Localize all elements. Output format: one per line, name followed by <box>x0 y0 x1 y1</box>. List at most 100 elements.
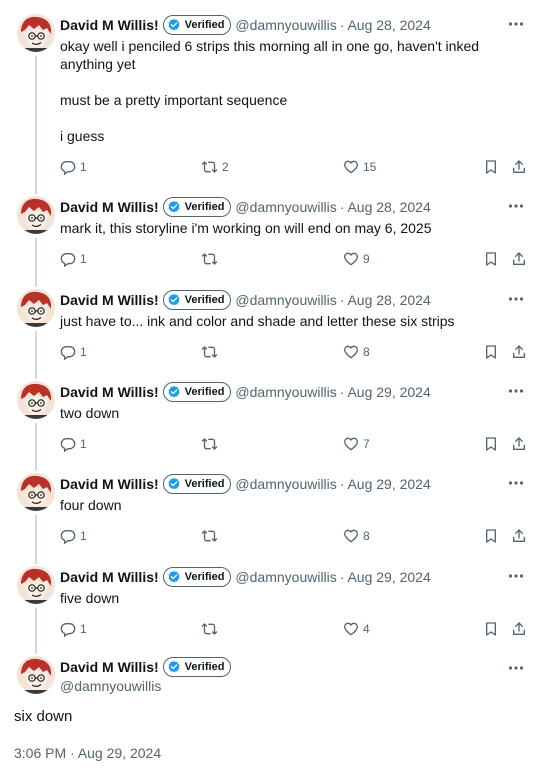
avatar[interactable] <box>17 196 55 234</box>
tweet-date[interactable]: Aug 29, 2024 <box>347 384 430 400</box>
verified-label: Verified <box>184 19 225 31</box>
author-handle[interactable]: @damnyouwillis <box>235 384 336 400</box>
reply-button[interactable]: 1 <box>60 528 201 544</box>
heart-icon <box>344 160 358 174</box>
author-name[interactable]: David M Willis! <box>60 476 159 492</box>
tweet-content: David M Willis! Verified @damnyouwillis … <box>58 289 528 362</box>
bookmark-icon <box>486 622 496 636</box>
separator-dot: · <box>339 569 345 585</box>
avatar[interactable] <box>17 289 55 327</box>
verified-check-icon <box>168 200 180 213</box>
verified-badge[interactable]: Verified <box>162 567 232 587</box>
author-name[interactable]: David M Willis! <box>60 17 159 33</box>
avatar[interactable] <box>17 14 55 52</box>
like-button[interactable]: 7 <box>343 436 483 452</box>
verified-badge[interactable]: Verified <box>162 197 232 217</box>
reply-button[interactable]: 1 <box>60 344 201 360</box>
author-name[interactable]: David M Willis! <box>60 292 159 308</box>
tweet-date[interactable]: Aug 28, 2024 <box>347 199 430 215</box>
more-options-button[interactable] <box>506 289 526 309</box>
bookmark-button[interactable] <box>483 251 511 267</box>
more-options-button[interactable] <box>506 658 526 678</box>
retweet-button[interactable] <box>201 621 343 637</box>
author-handle[interactable]: @damnyouwillis <box>235 476 336 492</box>
bookmark-button[interactable] <box>483 528 511 544</box>
tweet-header: David M Willis! Verified @damnyouwillis … <box>60 289 528 311</box>
share-button[interactable] <box>511 436 527 452</box>
more-options-button[interactable] <box>506 196 526 216</box>
author-name[interactable]: David M Willis! <box>60 199 159 215</box>
thread-tweet[interactable]: David M Willis! Verified @damnyouwillis … <box>0 289 540 379</box>
tweet-date[interactable]: Aug 28, 2024 <box>347 292 430 308</box>
tweet-date[interactable]: Aug 28, 2024 <box>347 17 430 33</box>
author-handle[interactable]: @damnyouwillis <box>235 292 336 308</box>
reply-button[interactable]: 1 <box>60 436 201 452</box>
share-button[interactable] <box>511 251 527 267</box>
author-handle[interactable]: @damnyouwillis <box>235 569 336 585</box>
reply-icon <box>60 623 76 637</box>
avatar[interactable] <box>17 473 55 511</box>
main-tweet-timestamp[interactable]: 3:06 PM · Aug 29, 2024 <box>0 745 540 761</box>
author-name[interactable]: David M Willis! <box>60 569 159 585</box>
reply-button[interactable]: 1 <box>60 159 201 175</box>
verified-badge[interactable]: Verified <box>162 657 232 677</box>
more-options-button[interactable] <box>506 566 526 586</box>
more-dots-icon <box>508 574 524 578</box>
bookmark-icon <box>486 437 496 451</box>
tweet-content: David M Willis! Verified @damnyouwillis … <box>58 381 528 454</box>
thread-tweet[interactable]: David M Willis! Verified @damnyouwillis … <box>0 566 540 654</box>
more-options-button[interactable] <box>506 14 526 34</box>
share-button[interactable] <box>511 621 527 637</box>
tweet-actions: 1 7 <box>60 434 528 454</box>
verified-badge[interactable]: Verified <box>162 474 232 494</box>
retweet-button[interactable] <box>201 251 343 267</box>
like-button[interactable]: 8 <box>343 528 483 544</box>
thread-tweet[interactable]: David M Willis! Verified @damnyouwillis … <box>0 196 540 287</box>
share-icon <box>513 437 525 450</box>
avatar[interactable] <box>17 656 55 694</box>
bookmark-button[interactable] <box>483 621 511 637</box>
reply-button[interactable]: 1 <box>60 251 201 267</box>
avatar-image <box>17 473 55 511</box>
share-button[interactable] <box>511 528 527 544</box>
share-button[interactable] <box>511 159 527 175</box>
verified-badge[interactable]: Verified <box>162 290 232 310</box>
author-handle[interactable]: @damnyouwillis <box>235 199 336 215</box>
like-button[interactable]: 15 <box>343 159 483 175</box>
tweet-date[interactable]: Aug 29, 2024 <box>347 569 430 585</box>
thread-tweet[interactable]: David M Willis! Verified @damnyouwillis … <box>0 381 540 471</box>
retweet-button[interactable] <box>201 528 343 544</box>
avatar[interactable] <box>17 381 55 419</box>
more-options-button[interactable] <box>506 381 526 401</box>
more-options-button[interactable] <box>506 473 526 493</box>
bookmark-button[interactable] <box>483 344 511 360</box>
retweet-button[interactable] <box>201 344 343 360</box>
retweet-button[interactable]: 2 <box>201 159 343 175</box>
like-button[interactable]: 4 <box>343 621 483 637</box>
like-button[interactable]: 8 <box>343 344 483 360</box>
heart-icon <box>344 529 358 543</box>
tweet-text-line: two down <box>60 405 120 421</box>
tweet-actions: 1 4 <box>60 619 528 639</box>
avatar[interactable] <box>17 566 55 604</box>
reply-count: 1 <box>80 622 87 636</box>
reply-button[interactable]: 1 <box>60 621 201 637</box>
separator-dot: · <box>339 17 345 33</box>
author-name[interactable]: David M Willis! <box>60 659 159 675</box>
share-button[interactable] <box>511 344 527 360</box>
author-handle[interactable]: @damnyouwillis <box>60 678 231 694</box>
author-handle[interactable]: @damnyouwillis <box>235 17 336 33</box>
bookmark-button[interactable] <box>483 159 511 175</box>
tweet-date[interactable]: Aug 29, 2024 <box>347 476 430 492</box>
thread-tweet[interactable]: David M Willis! Verified @damnyouwillis … <box>0 14 540 194</box>
verified-badge[interactable]: Verified <box>162 15 232 35</box>
avatar-image <box>17 566 55 604</box>
share-icon <box>513 529 525 542</box>
retweet-icon <box>201 530 218 542</box>
bookmark-button[interactable] <box>483 436 511 452</box>
thread-tweet[interactable]: David M Willis! Verified @damnyouwillis … <box>0 473 540 564</box>
verified-badge[interactable]: Verified <box>162 382 232 402</box>
like-button[interactable]: 9 <box>343 251 483 267</box>
author-name[interactable]: David M Willis! <box>60 384 159 400</box>
retweet-button[interactable] <box>201 436 343 452</box>
